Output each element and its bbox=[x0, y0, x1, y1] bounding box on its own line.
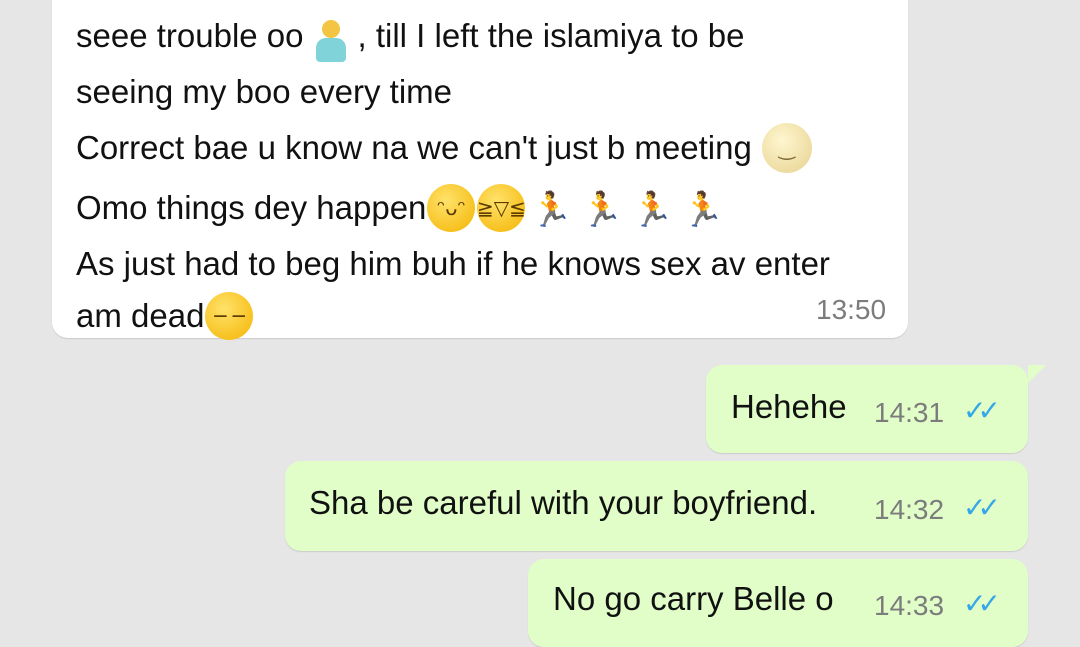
incoming-message-text: seee trouble oo , till I left the islami… bbox=[76, 6, 830, 342]
double-check-icon: ✓✓ bbox=[963, 394, 1001, 427]
outgoing-message-text: No go carry Belle o bbox=[553, 580, 834, 617]
double-check-icon: ✓✓ bbox=[963, 587, 1001, 620]
expressionless-face-emoji-icon: ─ ─ bbox=[205, 292, 254, 340]
message-fragment: seee trouble oo bbox=[76, 17, 304, 54]
woman-running-emoji-icon: 🏃 bbox=[530, 190, 573, 230]
outgoing-message-bubble[interactable]: Sha be careful with your boyfriend. 14:3… bbox=[285, 461, 1028, 551]
message-line: seee trouble oo , till I left the islami… bbox=[76, 6, 830, 66]
outgoing-message-text: Hehehe bbox=[731, 388, 847, 425]
message-timestamp: 14:32 bbox=[874, 494, 945, 525]
message-line: seeing my boo every time bbox=[76, 73, 453, 110]
message-fragment: , till I left the islamiya to be bbox=[357, 17, 745, 54]
message-fragment: Correct bae u know na we can't just b me… bbox=[76, 129, 752, 166]
woman-running-emoji-icon: 🏃 bbox=[681, 190, 724, 230]
person-shrugging-emoji-icon bbox=[308, 10, 354, 62]
message-line: Omo things dey happen ᵔᴗᵔ ≧▽≦ 🏃 🏃 🏃 🏃 bbox=[76, 178, 830, 238]
double-check-icon: ✓✓ bbox=[963, 491, 1001, 524]
outgoing-bubble-tail bbox=[1028, 365, 1046, 383]
message-timestamp: 13:50 bbox=[816, 294, 887, 325]
message-line: am dead ─ ─ bbox=[76, 290, 830, 342]
full-moon-face-emoji-icon: ‿ bbox=[761, 123, 812, 173]
message-timestamp: 14:31 bbox=[874, 397, 945, 428]
woman-running-emoji-icon: 🏃 bbox=[631, 190, 674, 230]
woman-running-emoji-icon: 🏃 bbox=[580, 190, 624, 230]
incoming-message-bubble[interactable]: seee trouble oo , till I left the islami… bbox=[52, 0, 908, 340]
message-line: As just had to beg him buh if he knows s… bbox=[76, 245, 830, 282]
tears-of-joy-emoji-icon: ≧▽≦ bbox=[477, 184, 526, 232]
outgoing-message-bubble[interactable]: Hehehe 14:31 ✓✓ bbox=[706, 365, 1028, 453]
message-line: Correct bae u know na we can't just b me… bbox=[76, 118, 830, 178]
message-timestamp: 14:33 bbox=[874, 590, 945, 621]
grinning-sweat-emoji-icon: ᵔᴗᵔ bbox=[427, 184, 476, 232]
message-fragment: am dead bbox=[76, 297, 205, 334]
outgoing-message-bubble[interactable]: No go carry Belle o 14:33 ✓✓ bbox=[528, 559, 1028, 647]
message-fragment: Omo things dey happen bbox=[76, 189, 427, 226]
outgoing-message-text: Sha be careful with your boyfriend. bbox=[309, 484, 818, 521]
